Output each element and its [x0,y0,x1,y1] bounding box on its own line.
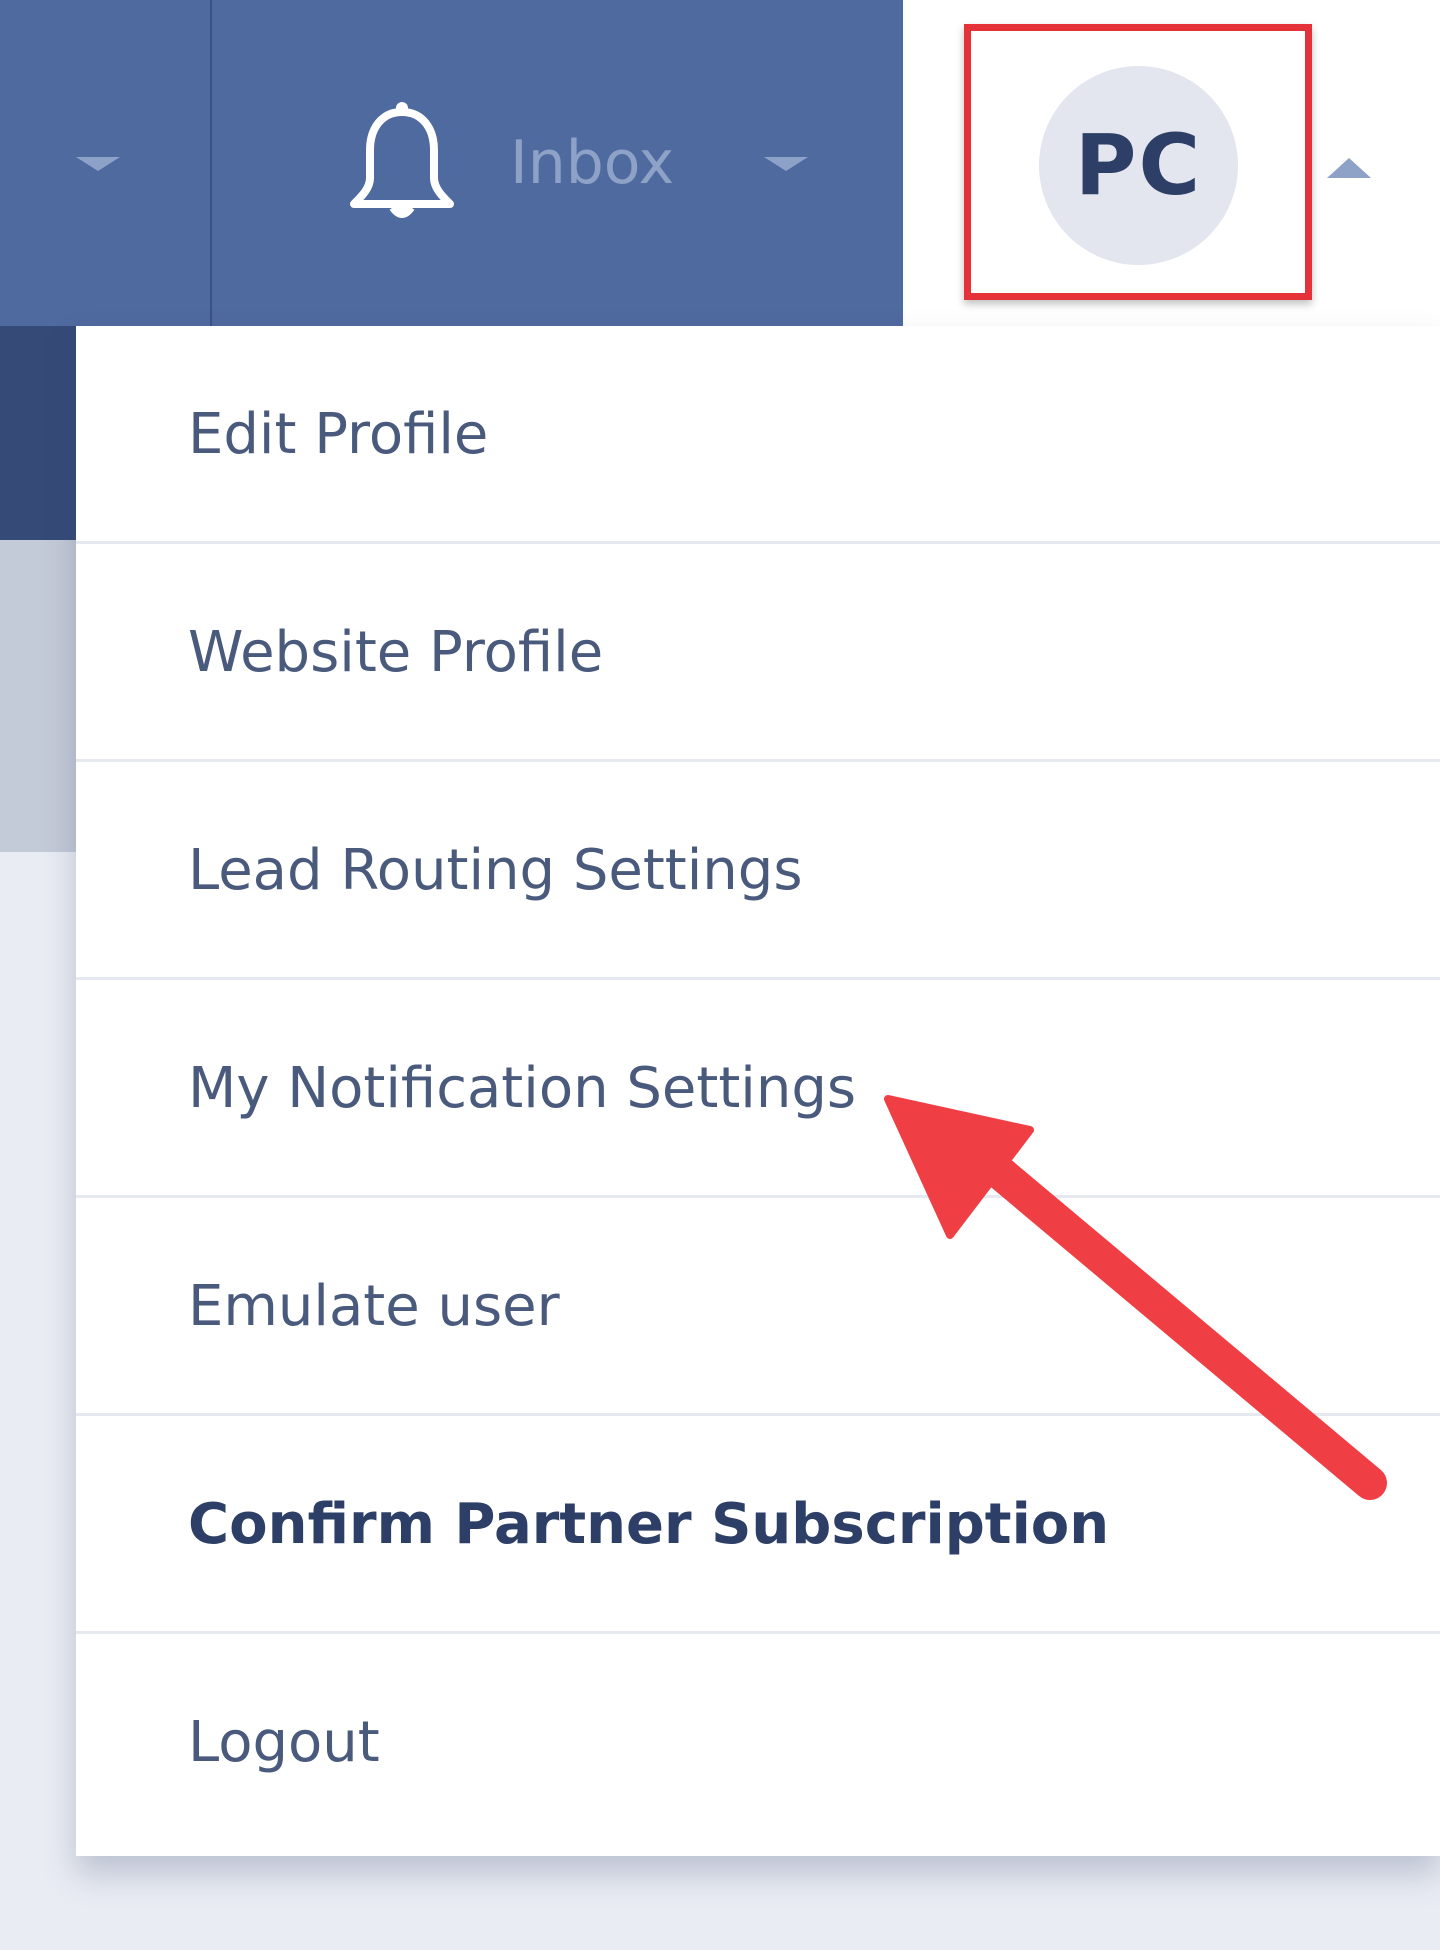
sidebar-shade [0,540,76,852]
menu-item-label: Logout [188,1710,380,1775]
menu-item-label: Lead Routing Settings [188,838,803,903]
menu-item-label: Emulate user [188,1274,560,1339]
menu-item-label: Edit Profile [188,402,489,467]
nav-divider [210,0,212,326]
menu-item-lead-routing-settings[interactable]: Lead Routing Settings [76,762,1440,980]
menu-item-website-profile[interactable]: Website Profile [76,544,1440,762]
menu-item-label: Website Profile [188,620,604,685]
menu-item-logout[interactable]: Logout [76,1634,1440,1852]
menu-item-label: Confirm Partner Subscription [188,1492,1110,1557]
menu-item-confirm-partner-subscription[interactable]: Confirm Partner Subscription [76,1416,1440,1634]
menu-item-label: My Notification Settings [188,1056,857,1121]
menu-item-emulate-user[interactable]: Emulate user [76,1198,1440,1416]
menu-item-my-notification-settings[interactable]: My Notification Settings [76,980,1440,1198]
bell-icon[interactable] [346,100,458,225]
inbox-chevron-down-icon[interactable] [764,157,808,171]
avatar[interactable]: PC [1039,66,1238,265]
user-dropdown-menu: Edit Profile Website Profile Lead Routin… [76,326,1440,1856]
sidebar-dark-band [0,326,76,540]
menu-item-edit-profile[interactable]: Edit Profile [76,326,1440,544]
inbox-dropdown-label[interactable]: Inbox [510,128,674,198]
chevron-down-icon[interactable] [76,157,120,171]
caret-up-icon[interactable] [1327,158,1371,178]
